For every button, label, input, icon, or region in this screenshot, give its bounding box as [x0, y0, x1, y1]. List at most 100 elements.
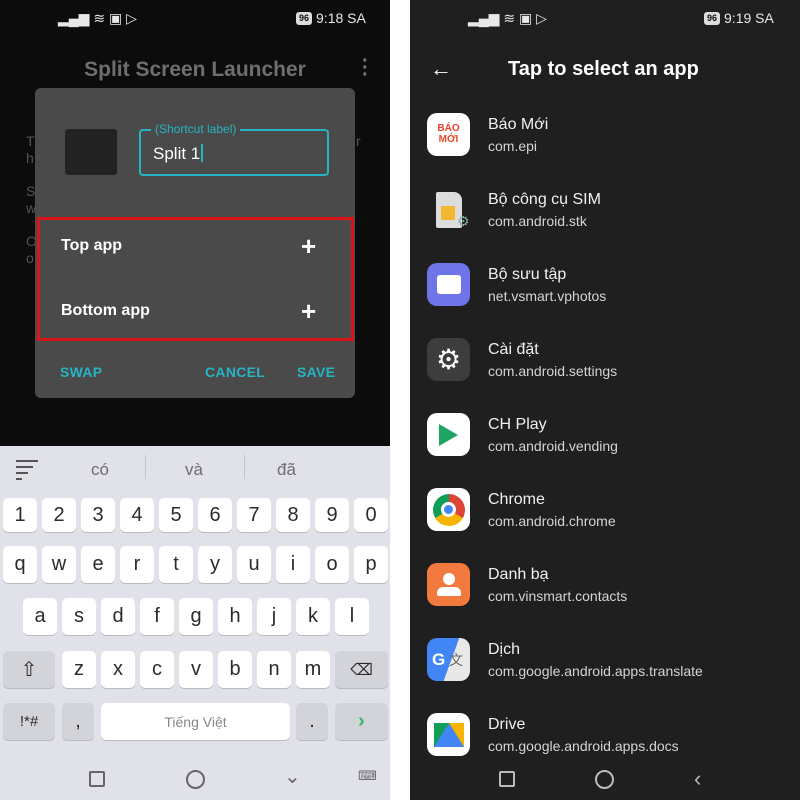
keyboard-switch-icon[interactable]: ⌨ [358, 768, 377, 784]
app-list-item[interactable]: BÁO MỚI Báo Mới com.epi [427, 113, 797, 173]
app-name: Báo Mới [488, 116, 549, 133]
key[interactable]: 9 [315, 498, 349, 532]
app-package: com.android.stk [488, 213, 587, 229]
key[interactable]: l [335, 598, 369, 635]
battery-icon: 96 [704, 12, 721, 25]
suggestion[interactable]: đã [277, 460, 296, 480]
backspace-key[interactable]: ⌫ [335, 651, 388, 688]
recents-button[interactable] [89, 771, 105, 787]
app-package: com.android.chrome [488, 513, 616, 529]
key[interactable]: 5 [159, 498, 193, 532]
app-name: Drive [488, 716, 526, 733]
app-package: com.google.android.apps.docs [488, 738, 679, 754]
app-list-item[interactable]: ⚙ Cài đặt com.android.settings [427, 338, 797, 398]
bao-moi-icon: BÁO MỚI [427, 113, 470, 156]
key[interactable]: k [296, 598, 330, 635]
key[interactable]: s [62, 598, 96, 635]
app-package: com.epi [488, 138, 538, 154]
key[interactable]: h [218, 598, 252, 635]
shortcut-label-input[interactable]: (Shortcut label) Split 1 [139, 122, 329, 176]
key[interactable]: i [276, 546, 310, 583]
key[interactable]: 6 [198, 498, 232, 532]
app-list-item[interactable]: Bộ sưu tập net.vsmart.vphotos [427, 263, 797, 323]
gallery-icon [427, 263, 470, 306]
key[interactable]: 1 [3, 498, 37, 532]
page-title: Tap to select an app [508, 58, 699, 80]
bg-text: S [26, 183, 36, 199]
app-title: Split Screen Launcher [84, 58, 306, 81]
key[interactable]: q [3, 546, 37, 583]
key[interactable]: j [257, 598, 291, 635]
app-list-item[interactable]: ⚙ Bộ công cụ SIM com.android.stk [427, 188, 797, 248]
space-key[interactable]: Tiếng Việt [101, 703, 290, 740]
app-name: Chrome [488, 491, 545, 508]
bg-text: T [26, 133, 35, 149]
drive-icon [427, 713, 470, 756]
key[interactable]: n [257, 651, 291, 688]
shortcut-icon-preview[interactable] [65, 129, 117, 175]
left-screen: ▂▄▆ ≋ ▣ ▷ 96 9:18 SA Split Screen Launche… [0, 0, 390, 800]
top-app-row[interactable]: Top app + [35, 219, 355, 275]
bottom-app-row[interactable]: Bottom app + [35, 284, 355, 340]
period-key[interactable]: . [296, 703, 328, 740]
key[interactable]: 3 [81, 498, 115, 532]
key[interactable]: x [101, 651, 135, 688]
top-app-label: Top app [61, 237, 123, 254]
key[interactable]: w [42, 546, 76, 583]
app-list-item[interactable]: CH Play com.android.vending [427, 413, 797, 473]
suggestion[interactable]: có [91, 460, 109, 480]
key[interactable]: e [81, 546, 115, 583]
key[interactable]: g [179, 598, 213, 635]
hide-keyboard-chevron-icon[interactable]: ⌄ [284, 764, 301, 789]
swap-button[interactable]: SWAP [60, 364, 102, 380]
key[interactable]: c [140, 651, 174, 688]
key[interactable]: d [101, 598, 135, 635]
battery-icon: 96 [296, 12, 313, 25]
key[interactable]: 4 [120, 498, 154, 532]
enter-key[interactable]: › [335, 703, 388, 740]
key[interactable]: z [62, 651, 96, 688]
shift-key[interactable]: ⇧ [3, 651, 55, 688]
key[interactable]: v [179, 651, 213, 688]
divider [244, 455, 245, 479]
app-list-item[interactable]: Drive com.google.android.apps.docs [427, 713, 797, 773]
comma-key[interactable]: , [62, 703, 94, 740]
bg-text: r [356, 133, 361, 149]
plus-icon: + [301, 296, 317, 326]
key[interactable]: y [198, 546, 232, 583]
suggestion[interactable]: và [185, 460, 203, 480]
back-arrow-icon[interactable]: ← [430, 56, 452, 82]
key[interactable]: r [120, 546, 154, 583]
key[interactable]: a [23, 598, 57, 635]
play-store-icon [427, 413, 470, 456]
key[interactable]: t [159, 546, 193, 583]
save-button[interactable]: SAVE [297, 364, 335, 380]
status-icons: ▂▄▆ ≋ ▣ ▷ [58, 10, 137, 26]
app-list-item[interactable]: Danh bạ com.vinsmart.contacts [427, 563, 797, 623]
recents-button[interactable] [499, 771, 515, 787]
home-button[interactable] [595, 770, 614, 789]
key[interactable]: b [218, 651, 252, 688]
app-name: Bộ công cụ SIM [488, 191, 601, 208]
key[interactable]: f [140, 598, 174, 635]
key[interactable]: 7 [237, 498, 271, 532]
key[interactable]: u [237, 546, 271, 583]
suggestions-menu-icon[interactable] [16, 460, 38, 480]
divider [145, 455, 146, 479]
overflow-menu-icon[interactable]: · · · [362, 51, 369, 85]
cancel-button[interactable]: CANCEL [205, 364, 265, 380]
shortcut-dialog: (Shortcut label) Split 1 Top app + Botto… [35, 88, 355, 398]
key[interactable]: 2 [42, 498, 76, 532]
home-button[interactable] [186, 770, 205, 789]
symbols-key[interactable]: !*# [3, 703, 55, 740]
status-time: 9:19 SA [724, 10, 774, 26]
key[interactable]: m [296, 651, 330, 688]
app-list-item[interactable]: G 文 Dịch com.google.android.apps.transla… [427, 638, 797, 698]
key[interactable]: p [354, 546, 388, 583]
back-button[interactable]: ‹ [694, 766, 701, 792]
app-list-item[interactable]: Chrome com.android.chrome [427, 488, 797, 548]
key[interactable]: 8 [276, 498, 310, 532]
key[interactable]: 0 [354, 498, 388, 532]
key[interactable]: o [315, 546, 349, 583]
translate-icon: G 文 [427, 638, 470, 681]
